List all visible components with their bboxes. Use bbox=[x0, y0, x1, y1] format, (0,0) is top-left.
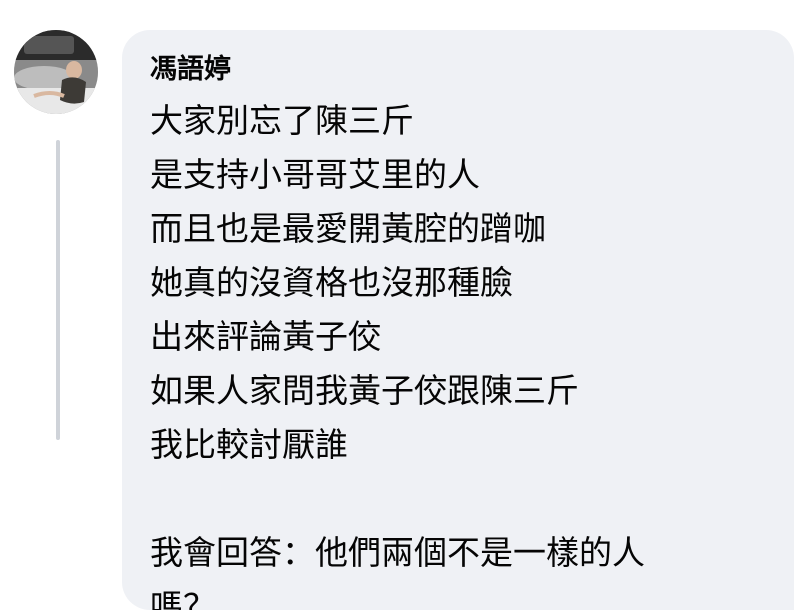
comment-line: 她真的沒資格也沒那種臉 bbox=[150, 263, 513, 302]
avatar[interactable] bbox=[14, 30, 98, 114]
comment-line: 大家別忘了陳三斤 bbox=[150, 101, 414, 140]
comment-line: 出來評論黃子佼 bbox=[150, 317, 381, 356]
comment-line: 而且也是最愛開黃腔的蹭咖 bbox=[150, 209, 546, 248]
comment-line: 我會回答：他們兩個不是一樣的人 bbox=[150, 533, 645, 572]
comment-line: 是支持小哥哥艾里的人 bbox=[150, 155, 480, 194]
avatar-photo-icon bbox=[14, 30, 98, 114]
comment-body: 大家別忘了陳三斤 是支持小哥哥艾里的人 而且也是最愛開黃腔的蹭咖 她真的沒資格也… bbox=[150, 94, 774, 610]
comment-line: 我比較討厭誰 bbox=[150, 425, 348, 464]
comment-line: 如果人家問我黃子佼跟陳三斤 bbox=[150, 371, 579, 410]
comment-author[interactable]: 馮語婷 bbox=[150, 52, 774, 88]
comment-blank-line bbox=[150, 472, 774, 526]
comment-line: 嗎？ bbox=[150, 587, 216, 610]
comment-screenshot: 馮語婷 大家別忘了陳三斤 是支持小哥哥艾里的人 而且也是最愛開黃腔的蹭咖 她真的… bbox=[0, 0, 800, 610]
thread-line bbox=[56, 140, 60, 440]
comment-bubble: 馮語婷 大家別忘了陳三斤 是支持小哥哥艾里的人 而且也是最愛開黃腔的蹭咖 她真的… bbox=[122, 30, 794, 610]
